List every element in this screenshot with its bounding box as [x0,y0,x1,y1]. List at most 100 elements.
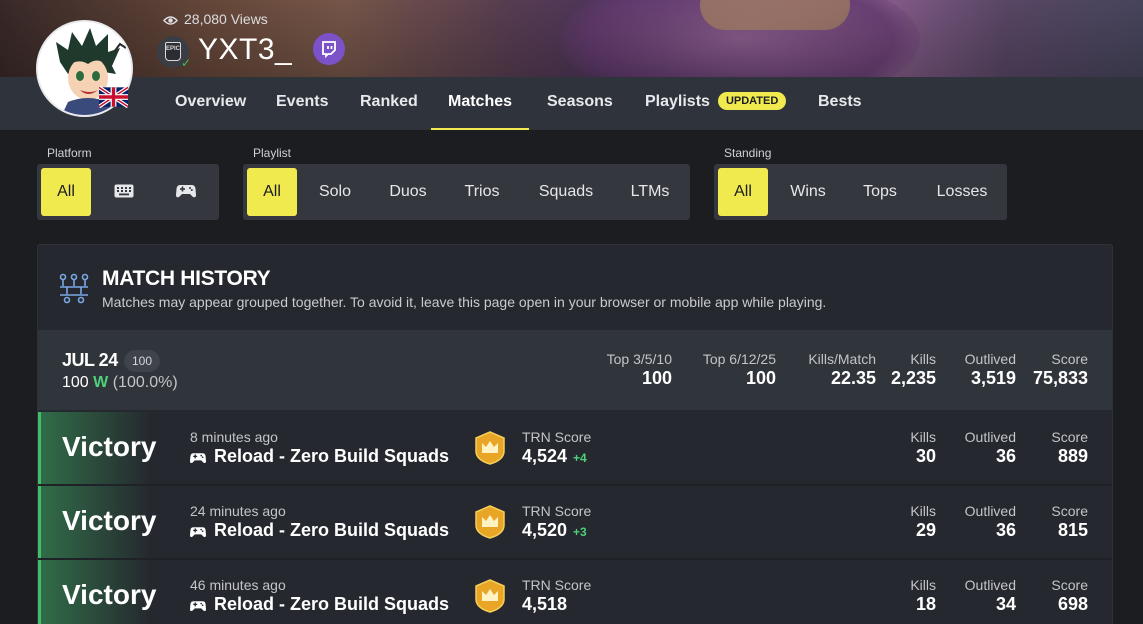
views-label: 28,080 Views [184,11,268,27]
match-history-title: MATCH HISTORY [102,267,271,290]
tab-overview[interactable]: Overview [175,77,246,130]
match-time-ago: 8 minutes ago [190,429,278,445]
crown-rank-icon [474,431,506,465]
stat-value: 3,519 [970,368,1016,388]
playlist-duos-button[interactable]: Duos [377,168,439,216]
match-mode-label: Reload - Zero Build Squads [214,446,450,466]
match-kills: Kills 30 [910,429,936,467]
eye-icon [162,16,179,25]
tab-matches[interactable]: Matches [431,77,529,130]
stat-label: Outlived [964,351,1016,367]
stat-value: 100 [641,368,672,388]
playlist-squads-button[interactable]: Squads [525,168,607,216]
stat-value: 2,235 [890,368,936,388]
match-kills: Kills 29 [910,503,936,541]
stat-value: 889 [1057,446,1088,466]
day-stat-top3510: Top 3/5/10 100 [607,351,672,389]
day-wins-number: 100 [62,374,89,391]
match-mode-label: Reload - Zero Build Squads [214,520,450,540]
stat-label: Kills [910,577,936,593]
stat-value: 75,833 [1032,368,1088,388]
match-time-ago: 46 minutes ago [190,577,286,593]
keyboard-icon[interactable] [99,168,149,216]
gamepad-icon [190,453,206,463]
day-wins: 100 W (100.0%) [62,374,178,392]
trn-score-label: TRN Score [522,577,592,593]
stat-label: Score [1051,503,1088,519]
stat-label: Top 3/5/10 [606,351,672,367]
stat-label: Score [1051,351,1088,367]
playlist-solo-button[interactable]: Solo [305,168,365,216]
match-kills: Kills 18 [910,577,936,615]
tab-playlists[interactable]: Playlists UPDATED [645,77,787,130]
match-time-ago: 24 minutes ago [190,503,286,519]
trn-score-label: TRN Score [522,503,592,519]
stat-label: Kills [910,351,936,367]
stat-label: Score [1051,429,1088,445]
twitch-icon[interactable] [313,33,345,65]
standing-all-button[interactable]: All [718,168,768,216]
match-outlived: Outlived 36 [965,503,1016,541]
day-wins-pct: (100.0%) [112,374,178,391]
match-score: Score 889 [1051,429,1088,467]
tab-seasons[interactable]: Seasons [547,77,613,130]
stat-value: 18 [915,594,936,614]
stat-value: 22.35 [830,368,876,388]
day-stat-kills: Kills 2,235 [891,351,936,389]
trn-score-number: 4,524 [522,446,568,466]
standing-losses-button[interactable]: Losses [924,168,1000,216]
match-result: Victory [62,505,157,536]
network-icon [58,272,90,304]
platform-filter-label: Platform [47,146,92,160]
stat-label: Outlived [964,577,1016,593]
stat-label: Kills [910,429,936,445]
stat-value: 815 [1057,520,1088,540]
day-stat-score: Score 75,833 [1033,351,1088,389]
gamepad-icon [190,527,206,537]
stat-label: Top 6/12/25 [702,351,776,367]
match-score: Score 815 [1051,503,1088,541]
trn-score-number: 4,520 [522,520,568,540]
epic-games-icon[interactable]: EPIC ✓ [157,36,191,70]
trn-score-label: TRN Score [522,429,592,445]
trn-score-delta: +3 [573,525,587,539]
crown-rank-icon [474,505,506,539]
day-wins-letter: W [93,374,109,391]
trn-score-value: 4,520 +3 [522,520,587,541]
stat-label: Score [1051,577,1088,593]
playlist-filter-label: Playlist [253,146,292,160]
match-mode-label: Reload - Zero Build Squads [214,594,450,614]
tab-bests[interactable]: Bests [818,77,862,130]
tab-events[interactable]: Events [276,77,328,130]
standing-tops-button[interactable]: Tops [850,168,910,216]
day-summary-row[interactable] [38,330,1112,410]
stat-value: 36 [995,446,1016,466]
stat-value: 30 [915,446,936,466]
views-count: 28,080 Views [162,11,268,27]
match-mode: Reload - Zero Build Squads [190,520,449,541]
stat-label: Kills [910,503,936,519]
day-stat-kills-per-match: Kills/Match 22.35 [808,351,876,389]
trn-score-value: 4,518 [522,594,573,615]
playlist-trios-button[interactable]: Trios [451,168,513,216]
day-stat-outlived: Outlived 3,519 [965,351,1016,389]
stat-label: Outlived [964,429,1016,445]
epic-logo-text: EPIC [165,42,181,61]
stat-label: Kills/Match [808,351,876,367]
playlist-all-button[interactable]: All [247,168,297,216]
stat-value: 34 [995,594,1016,614]
uk-flag-icon [97,85,130,109]
match-mode: Reload - Zero Build Squads [190,446,449,467]
match-outlived: Outlived 34 [965,577,1016,615]
gamepad-icon[interactable] [161,168,211,216]
tab-ranked[interactable]: Ranked [360,77,418,130]
standing-filter: All Wins Tops Losses [714,164,1007,220]
trn-score-delta: +4 [573,451,587,465]
standing-wins-button[interactable]: Wins [778,168,838,216]
playlist-ltms-button[interactable]: LTMs [617,168,683,216]
trn-score-number: 4,518 [522,594,568,614]
platform-all-button[interactable]: All [41,168,91,216]
day-date: JUL 24 [62,350,118,370]
match-mode: Reload - Zero Build Squads [190,594,449,615]
standing-filter-label: Standing [724,146,772,160]
